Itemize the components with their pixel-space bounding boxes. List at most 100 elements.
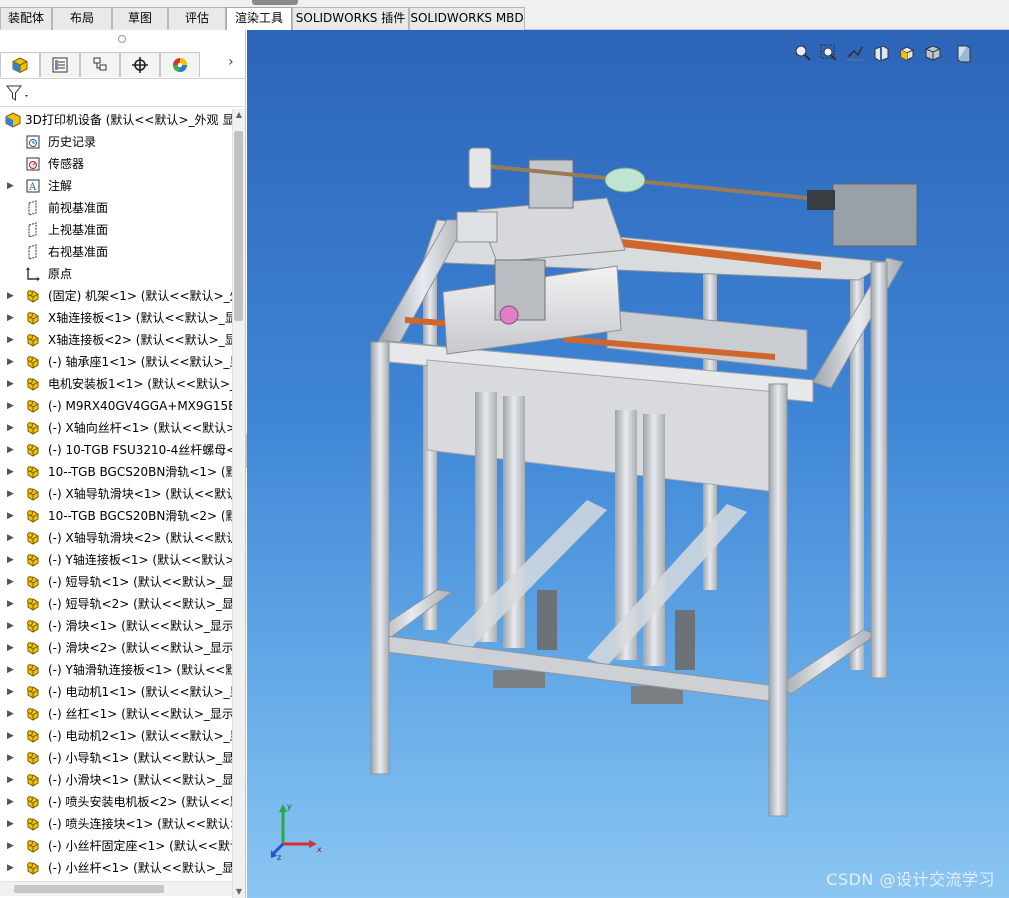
featuremanager-icon[interactable] <box>0 52 40 77</box>
chevron-right-icon[interactable]: › <box>228 54 234 70</box>
tree-item-component[interactable]: ▶ (-) 小丝杆<1> (默认<<默认>_显示 <box>0 857 232 879</box>
expand-arrow-icon[interactable]: ▶ <box>7 615 15 637</box>
tree-item-component[interactable]: ▶ (-) Y轴滑轨连接板<1> (默认<<默 <box>0 659 232 681</box>
tree-item-component[interactable]: ▶ (-) 丝杠<1> (默认<<默认>_显示状 <box>0 703 232 725</box>
tree-item-component[interactable]: ▶ 10--TGB BGCS20BN滑轨<1> (默 <box>0 461 232 483</box>
expand-arrow-icon[interactable]: ▶ <box>7 549 15 571</box>
tree-item-feature[interactable]: ▶ A 注解 <box>0 175 232 197</box>
tab-evaluate[interactable]: 评估 <box>168 7 226 30</box>
tab-layout[interactable]: 布局 <box>52 7 112 30</box>
expand-arrow-icon[interactable]: ▶ <box>7 681 15 703</box>
expand-arrow-icon[interactable]: ▶ <box>7 461 15 483</box>
tree-item-feature[interactable]: 前视基准面 <box>0 197 232 219</box>
expand-arrow-icon[interactable]: ▶ <box>7 725 15 747</box>
tree-item-component[interactable]: ▶ (-) 10-TGB FSU3210-4丝杆螺母< <box>0 439 232 461</box>
expand-arrow-icon[interactable]: ▶ <box>7 351 15 373</box>
tree-item-component[interactable]: ▶ (-) 短导轨<2> (默认<<默认>_显示 <box>0 593 232 615</box>
tree-item-feature[interactable]: 右视基准面 <box>0 241 232 263</box>
expand-arrow-icon[interactable]: ▶ <box>7 769 15 791</box>
tree-item-component[interactable]: ▶ (-) 电动机1<1> (默认<<默认>_显 <box>0 681 232 703</box>
tree-item-label: (-) Y轴滑轨连接板<1> (默认<<默 <box>48 663 232 677</box>
tree-root-assembly[interactable]: 3D打印机设备 (默认<<默认>_外观 显 <box>0 109 232 131</box>
tree-item-component[interactable]: ▶ (-) 短导轨<1> (默认<<默认>_显示 <box>0 571 232 593</box>
expand-arrow-icon[interactable]: ▶ <box>7 307 15 329</box>
configurationmanager-icon[interactable] <box>80 52 120 77</box>
tree-item-component[interactable]: ▶ (-) X轴导轨滑块<2> (默认<<默认 <box>0 527 232 549</box>
expand-arrow-icon[interactable]: ▶ <box>7 571 15 593</box>
part-icon <box>25 662 41 678</box>
expand-arrow-icon[interactable]: ▶ <box>7 395 15 417</box>
filter-icon[interactable] <box>4 82 32 104</box>
tree-item-component[interactable]: ▶ (-) Y轴连接板<1> (默认<<默认>_ <box>0 549 232 571</box>
expand-arrow-icon[interactable]: ▶ <box>7 175 15 197</box>
propertymanager-icon[interactable] <box>40 52 80 77</box>
tree-item-component[interactable]: ▶ (-) 小导轨<1> (默认<<默认>_显示 <box>0 747 232 769</box>
tree-item-component[interactable]: ▶ 电机安装板1<1> (默认<<默认>_ <box>0 373 232 395</box>
tree-item-component[interactable]: ▶ (-) 小丝杆固定座<1> (默认<<默认 <box>0 835 232 857</box>
expand-arrow-icon[interactable]: ▶ <box>7 483 15 505</box>
dimxpert-icon[interactable] <box>120 52 160 77</box>
expand-arrow-icon[interactable]: ▶ <box>7 329 15 351</box>
tree-item-label: (-) 小导轨<1> (默认<<默认>_显示 <box>48 751 232 765</box>
motor-coupler <box>807 190 835 210</box>
expand-arrow-icon[interactable]: ▶ <box>7 637 15 659</box>
window-grip <box>252 0 298 5</box>
display-manager-icon[interactable] <box>160 52 200 77</box>
expand-arrow-icon[interactable]: ▶ <box>7 857 15 879</box>
scroll-down-icon[interactable]: ▼ <box>233 886 245 898</box>
tree-item-component[interactable]: ▶ X轴连接板<1> (默认<<默认>_显 <box>0 307 232 329</box>
tree-item-feature[interactable]: 历史记录 <box>0 131 232 153</box>
tree-item-component[interactable]: ▶ (-) 轴承座1<1> (默认<<默认>_显 <box>0 351 232 373</box>
tab-solidworks-addins[interactable]: SOLIDWORKS 插件 <box>292 7 409 30</box>
tree-item-component[interactable]: ▶ 10--TGB BGCS20BN滑轨<2> (默 <box>0 505 232 527</box>
printer-model <box>369 147 918 817</box>
plane-icon <box>25 200 41 216</box>
tree-item-component[interactable]: ▶ X轴连接板<2> (默认<<默认>_显 <box>0 329 232 351</box>
tree-item-feature[interactable]: 原点 <box>0 263 232 285</box>
part-icon <box>25 420 41 436</box>
tree-vertical-scrollbar[interactable]: ▲ ▼ <box>232 109 245 898</box>
scroll-thumb[interactable] <box>234 131 243 321</box>
expand-arrow-icon[interactable]: ▶ <box>7 659 15 681</box>
expand-arrow-icon[interactable]: ▶ <box>7 747 15 769</box>
tree-item-component[interactable]: ▶ (固定) 机架<1> (默认<<默认>_外 <box>0 285 232 307</box>
tab-solidworks-mbd[interactable]: SOLIDWORKS MBD <box>409 7 525 30</box>
tab-sketch[interactable]: 草图 <box>112 7 168 30</box>
expand-arrow-icon[interactable]: ▶ <box>7 285 15 307</box>
expand-arrow-icon[interactable]: ▶ <box>7 813 15 835</box>
part-icon <box>25 640 41 656</box>
frame-leg-front-right <box>768 383 788 817</box>
expand-arrow-icon[interactable]: ▶ <box>7 439 15 461</box>
expand-arrow-icon[interactable]: ▶ <box>7 593 15 615</box>
command-manager-tabs: 装配体 布局 草图 评估 渲染工具 SOLIDWORKS 插件 SOLIDWOR… <box>0 0 1009 31</box>
graphics-viewport[interactable]: y x z CSDN @设计交流学习 <box>247 30 1009 898</box>
scroll-up-icon[interactable]: ▲ <box>233 109 245 121</box>
tree-item-component[interactable]: ▶ (-) 喷头连接块<1> (默认<<默认>_ <box>0 813 232 835</box>
tree-item-label: (-) Y轴连接板<1> (默认<<默认>_ <box>48 553 232 567</box>
tab-render-tools[interactable]: 渲染工具 <box>226 7 292 31</box>
panel-grip-icon[interactable] <box>118 35 126 43</box>
tree-item-component[interactable]: ▶ (-) X轴导轨滑块<1> (默认<<默认 <box>0 483 232 505</box>
tree-item-component[interactable]: ▶ (-) 小滑块<1> (默认<<默认>_显示 <box>0 769 232 791</box>
expand-arrow-icon[interactable]: ▶ <box>7 527 15 549</box>
tree-item-component[interactable]: ▶ (-) 电动机2<1> (默认<<默认>_显 <box>0 725 232 747</box>
tree-item-component[interactable]: ▶ (-) 滑块<1> (默认<<默认>_显示状 <box>0 615 232 637</box>
expand-arrow-icon[interactable]: ▶ <box>7 703 15 725</box>
expand-arrow-icon[interactable]: ▶ <box>7 835 15 857</box>
expand-arrow-icon[interactable]: ▶ <box>7 373 15 395</box>
expand-arrow-icon[interactable]: ▶ <box>7 791 15 813</box>
tree-item-feature[interactable]: 上视基准面 <box>0 219 232 241</box>
feature-manager-panel: › 3D打印机设备 (默认<<默认>_外观 显历史记录 传感器 ▶ A 注解 前视基准面上… <box>0 30 246 898</box>
tree-horizontal-scrollbar[interactable] <box>0 881 232 896</box>
frame-leg-front-left <box>370 341 390 775</box>
tree-item-component[interactable]: ▶ (-) X轴向丝杆<1> (默认<<默认>_ <box>0 417 232 439</box>
tree-item-component[interactable]: ▶ (-) M9RX40GV4GGA+MX9G15B <box>0 395 232 417</box>
tree-item-component[interactable]: ▶ (-) 滑块<2> (默认<<默认>_显示状 <box>0 637 232 659</box>
tree-item-feature[interactable]: 传感器 <box>0 153 232 175</box>
horizontal-scroll-thumb[interactable] <box>14 885 164 893</box>
expand-arrow-icon[interactable]: ▶ <box>7 505 15 527</box>
expand-arrow-icon[interactable]: ▶ <box>7 417 15 439</box>
tree-item-component[interactable]: ▶ (-) 喷头安装电机板<2> (默认<<默 <box>0 791 232 813</box>
tree-item-label: (-) 滑块<2> (默认<<默认>_显示状 <box>48 641 232 655</box>
tab-assembly[interactable]: 装配体 <box>0 7 52 30</box>
